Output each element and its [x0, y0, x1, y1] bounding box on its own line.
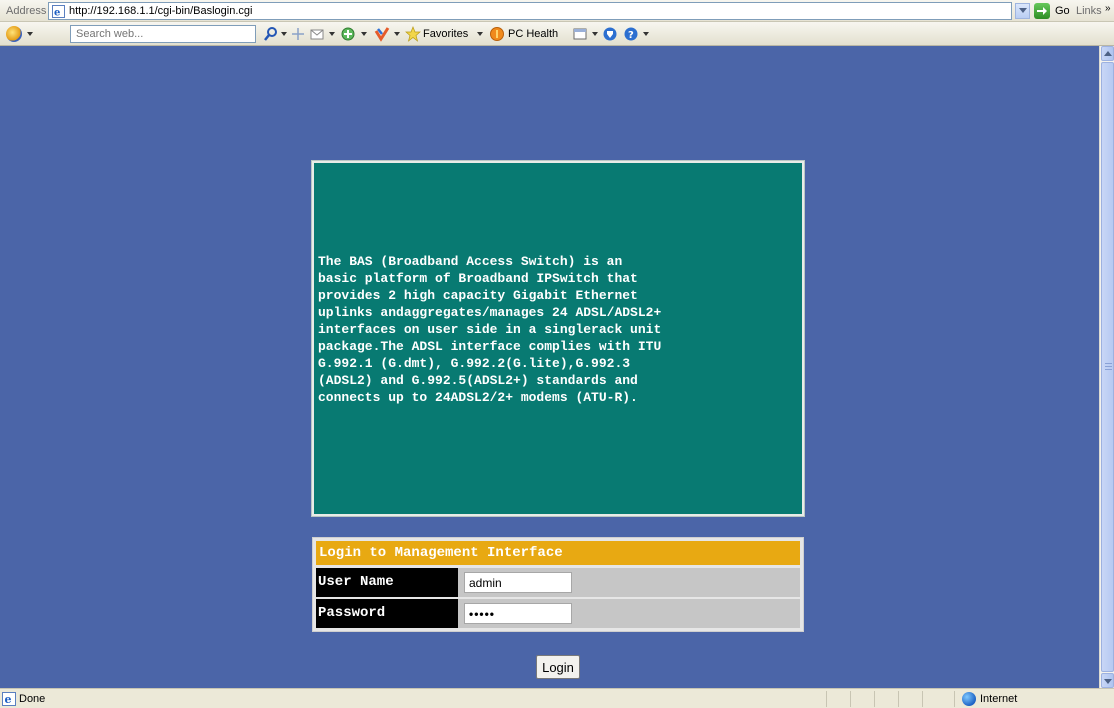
search-dropdown-icon[interactable] [281, 32, 287, 36]
favorites-dropdown-icon[interactable] [477, 32, 483, 36]
zone-label: Internet [980, 693, 1018, 705]
password-label: Password [316, 599, 458, 628]
pc-health-label[interactable]: PC Health [508, 28, 558, 40]
favorites-label[interactable]: Favorites [423, 28, 468, 40]
chevron-down-icon [1019, 8, 1027, 13]
login-header: Login to Management Interface [316, 541, 800, 565]
password-cell [461, 599, 800, 628]
search-box[interactable] [70, 25, 256, 43]
password-row: Password [316, 599, 800, 628]
shield-icon[interactable] [602, 26, 618, 42]
highlight-icon[interactable] [290, 26, 306, 42]
status-bar: e Done Internet [0, 688, 1114, 708]
ie-page-icon: e [2, 692, 16, 706]
ie-page-icon: e [52, 5, 65, 18]
address-dropdown-button[interactable] [1015, 3, 1030, 19]
username-label: User Name [316, 568, 458, 597]
toolbar-logo-icon[interactable] [6, 26, 22, 42]
status-divider [850, 691, 851, 707]
help-dropdown-icon[interactable] [643, 32, 649, 36]
go-label: Go [1055, 5, 1070, 17]
status-divider [826, 691, 827, 707]
username-row: User Name [316, 568, 800, 597]
messenger-icon[interactable] [374, 26, 390, 42]
pc-health-icon[interactable] [489, 26, 505, 42]
scroll-grip [1105, 366, 1112, 367]
address-label: Address [6, 5, 47, 17]
address-url: http://192.168.1.1/cgi-bin/Baslogin.cgi [69, 5, 253, 17]
username-cell [461, 568, 800, 597]
messenger-dropdown-icon[interactable] [394, 32, 400, 36]
go-arrow-icon [1034, 3, 1050, 19]
chevron-down-icon [1104, 679, 1112, 684]
svg-text:e: e [54, 8, 60, 19]
status-divider [874, 691, 875, 707]
links-label[interactable]: Links [1076, 5, 1102, 17]
info-panel: The BAS (Broadband Access Switch) is an … [311, 160, 805, 517]
chevron-up-icon [1104, 51, 1112, 56]
login-button[interactable]: Login [536, 655, 580, 679]
scroll-grip [1105, 369, 1112, 370]
scroll-thumb[interactable] [1101, 62, 1114, 672]
links-more-icon[interactable]: » [1105, 3, 1111, 14]
help-icon[interactable]: ? [623, 26, 639, 42]
add-dropdown-icon[interactable] [361, 32, 367, 36]
svg-text:e: e [5, 693, 12, 706]
login-form: Login to Management Interface User Name … [312, 537, 804, 632]
mail-dropdown-icon[interactable] [329, 32, 335, 36]
window-dropdown-icon[interactable] [592, 32, 598, 36]
status-divider [954, 691, 955, 707]
add-icon[interactable] [340, 26, 356, 42]
mail-icon[interactable] [309, 26, 325, 42]
address-input[interactable]: e http://192.168.1.1/cgi-bin/Baslogin.cg… [48, 2, 1012, 20]
internet-zone-icon [962, 692, 976, 706]
scroll-up-button[interactable] [1101, 46, 1114, 61]
search-input[interactable] [71, 26, 255, 42]
page-content: The BAS (Broadband Access Switch) is an … [0, 46, 1099, 688]
scroll-down-button[interactable] [1101, 673, 1114, 688]
password-input[interactable] [464, 603, 572, 624]
bas-description: The BAS (Broadband Access Switch) is an … [318, 254, 662, 405]
search-toolbar: Favorites PC Health ? [0, 22, 1114, 46]
status-divider [898, 691, 899, 707]
search-icon[interactable] [263, 26, 279, 42]
toolbar-logo-dropdown-icon[interactable] [27, 32, 33, 36]
vertical-scrollbar[interactable] [1099, 46, 1114, 688]
status-divider [922, 691, 923, 707]
address-bar: Address e http://192.168.1.1/cgi-bin/Bas… [0, 0, 1114, 22]
status-text: Done [19, 693, 46, 705]
username-input[interactable] [464, 572, 572, 593]
favorites-star-icon[interactable] [405, 26, 421, 42]
svg-text:?: ? [628, 30, 634, 41]
scroll-grip [1105, 363, 1112, 364]
window-icon[interactable] [572, 26, 588, 42]
